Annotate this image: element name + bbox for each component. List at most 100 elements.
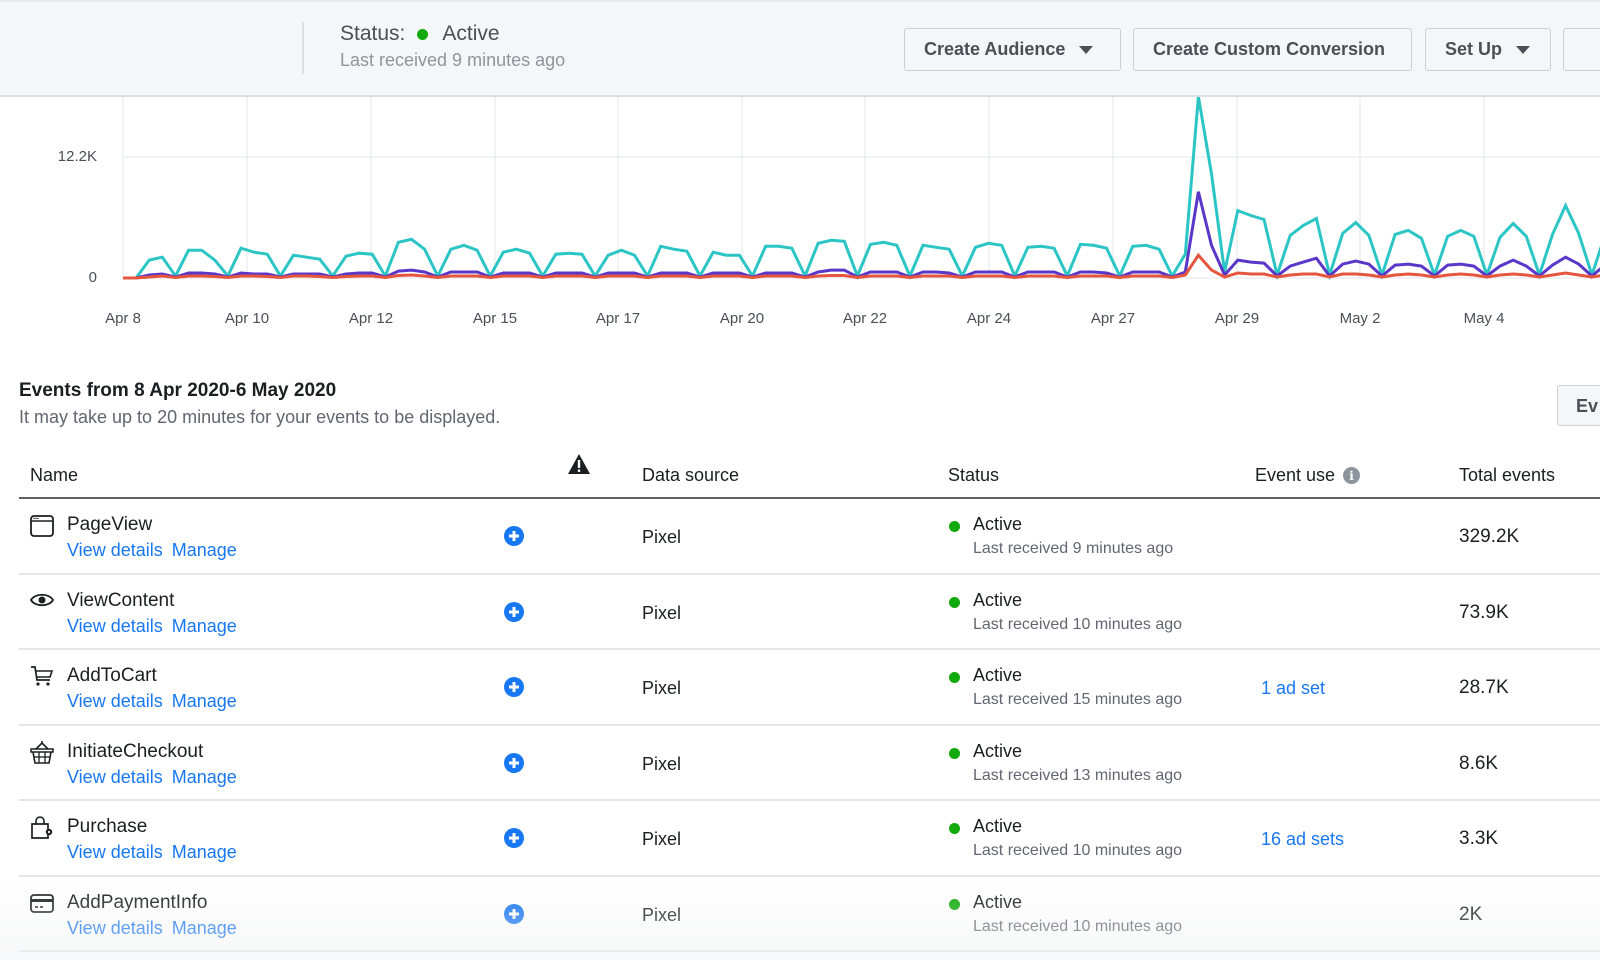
total-events: 2K — [1459, 903, 1483, 925]
status-value: Active — [442, 22, 500, 45]
add-event-plus-icon[interactable] — [504, 526, 524, 546]
x-tick-label: Apr 20 — [719, 310, 765, 327]
manage-link[interactable]: Manage — [172, 767, 237, 787]
view-details-link[interactable]: View details — [67, 842, 163, 862]
view-details-link[interactable]: View details — [67, 616, 163, 636]
view-details-link[interactable]: View details — [67, 918, 163, 938]
table-row: AddPaymentInfo View details Manage Pixel Act… — [19, 877, 1600, 952]
set-up-button[interactable]: Set Up — [1425, 28, 1551, 71]
x-tick-label: Apr 22 — [842, 310, 888, 327]
data-source: Pixel — [642, 753, 682, 774]
pixel-status: Status: Active Last received 9 minutes a… — [340, 22, 565, 71]
event-status: Active — [973, 514, 1023, 534]
events-header: Events from 8 Apr 2020-6 May 2020 It may… — [19, 380, 500, 428]
data-source: Pixel — [642, 904, 682, 925]
column-header-total-events[interactable]: Total events — [1459, 465, 1555, 486]
info-icon[interactable]: i — [1343, 467, 1361, 484]
manage-link[interactable]: Manage — [172, 691, 237, 711]
series-line-pageview — [123, 97, 1600, 281]
y-tick-label: 12.2K — [57, 148, 97, 165]
event-last-received: Last received 13 minutes ago — [973, 766, 1183, 784]
total-events: 73.9K — [1459, 601, 1509, 623]
data-source: Pixel — [642, 527, 682, 547]
status-active-dot-icon — [949, 823, 960, 834]
add-event-plus-icon[interactable] — [504, 828, 524, 848]
status-active-dot-icon — [949, 521, 960, 532]
status-active-dot-icon — [417, 28, 429, 40]
event-name: PageView — [67, 514, 153, 535]
x-tick-label: May 4 — [1463, 310, 1505, 327]
caret-down-icon — [1516, 45, 1531, 54]
manage-link[interactable]: Manage — [172, 842, 237, 862]
create-audience-label: Create Audience — [924, 39, 1066, 59]
event-use-link[interactable]: 16 ad sets — [1261, 829, 1344, 850]
column-header-event-use[interactable]: Event use i — [1255, 465, 1361, 486]
event-last-received: Last received 15 minutes ago — [973, 691, 1183, 708]
x-tick-label: Apr 15 — [472, 310, 518, 327]
warning-icon — [567, 453, 591, 475]
add-event-plus-icon[interactable] — [504, 601, 524, 622]
events-line-chart — [122, 97, 1600, 281]
event-last-received: Last received 10 minutes ago — [973, 917, 1183, 935]
events-table: Name Data source Status Event use i Tota… — [19, 447, 1600, 952]
add-event-plus-icon[interactable] — [504, 677, 524, 697]
top-toolbar: Status: Active Last received 9 minutes a… — [0, 0, 1600, 97]
manage-link[interactable]: Manage — [172, 540, 237, 560]
manage-link[interactable]: Manage — [172, 918, 237, 938]
total-events: 3.3K — [1459, 828, 1499, 849]
status-active-dot-icon — [949, 596, 960, 608]
table-row: ViewContent View details Manage Pixel Active… — [19, 575, 1600, 650]
more-toolbar-button[interactable] — [1563, 28, 1600, 71]
events-subtitle: It may take up to 20 minutes for your ev… — [19, 407, 501, 427]
events-title: Events from 8 Apr 2020-6 May 2020 — [19, 380, 337, 401]
total-events: 28.7K — [1459, 677, 1509, 698]
status-active-dot-icon — [949, 672, 960, 683]
create-audience-button[interactable]: Create Audience — [904, 28, 1121, 71]
shopping-bag-icon — [29, 815, 55, 841]
event-last-received: Last received 10 minutes ago — [973, 842, 1183, 859]
x-tick-label: Apr 12 — [348, 310, 394, 327]
x-tick-label: Apr 24 — [966, 310, 1012, 327]
eye-icon — [29, 589, 55, 615]
manage-link[interactable]: Manage — [172, 616, 237, 636]
cart-icon — [29, 664, 55, 690]
table-row: InitiateCheckout View details Manage Pixel A… — [19, 726, 1600, 801]
view-details-link[interactable]: View details — [67, 767, 163, 787]
add-event-plus-icon[interactable] — [504, 752, 524, 773]
event-status: Active — [973, 816, 1023, 836]
event-status: Active — [973, 740, 1023, 761]
view-details-link[interactable]: View details — [67, 540, 163, 560]
toolbar-divider — [302, 22, 304, 74]
data-source: Pixel — [642, 678, 682, 698]
create-custom-conversion-label: Create Custom Conversion — [1153, 39, 1386, 59]
x-tick-label: Apr 17 — [595, 310, 641, 327]
x-tick-label: Apr 10 — [224, 310, 270, 327]
data-source: Pixel — [642, 602, 682, 623]
view-details-link[interactable]: View details — [67, 691, 163, 711]
x-tick-label: Apr 29 — [1214, 310, 1260, 327]
credit-card-icon — [29, 891, 55, 917]
x-tick-label: Apr 27 — [1090, 310, 1136, 327]
data-source: Pixel — [642, 829, 682, 849]
add-event-plus-icon[interactable] — [504, 903, 524, 924]
event-name: Purchase — [67, 816, 148, 837]
event-status: Active — [973, 665, 1023, 685]
column-header-data-source[interactable]: Data source — [642, 465, 739, 486]
event-use-link[interactable]: 1 ad set — [1261, 678, 1325, 699]
event-status: Active — [973, 891, 1023, 912]
caret-down-icon — [1079, 45, 1094, 54]
status-active-dot-icon — [949, 747, 960, 759]
table-row: PageView View details Manage Pixel Active Las… — [19, 499, 1600, 575]
events-action-button[interactable]: Ev — [1557, 385, 1600, 426]
column-header-name[interactable]: Name — [30, 465, 78, 486]
event-last-received: Last received 9 minutes ago — [973, 540, 1174, 557]
column-header-status[interactable]: Status — [948, 465, 999, 486]
total-events: 8.6K — [1459, 752, 1499, 774]
event-name: ViewContent — [67, 589, 175, 611]
create-custom-conversion-button[interactable]: Create Custom Conversion — [1133, 28, 1412, 71]
events-chart: Apr 8 Apr 10 Apr 12 Apr 15 Apr 17 Apr 20 Apr 2… — [0, 97, 1600, 337]
browser-window-icon — [29, 513, 55, 539]
event-name: AddPaymentInfo — [67, 891, 208, 913]
table-header: Name Data source Status Event use i Tota… — [19, 447, 1600, 499]
event-last-received: Last received 10 minutes ago — [973, 615, 1183, 633]
